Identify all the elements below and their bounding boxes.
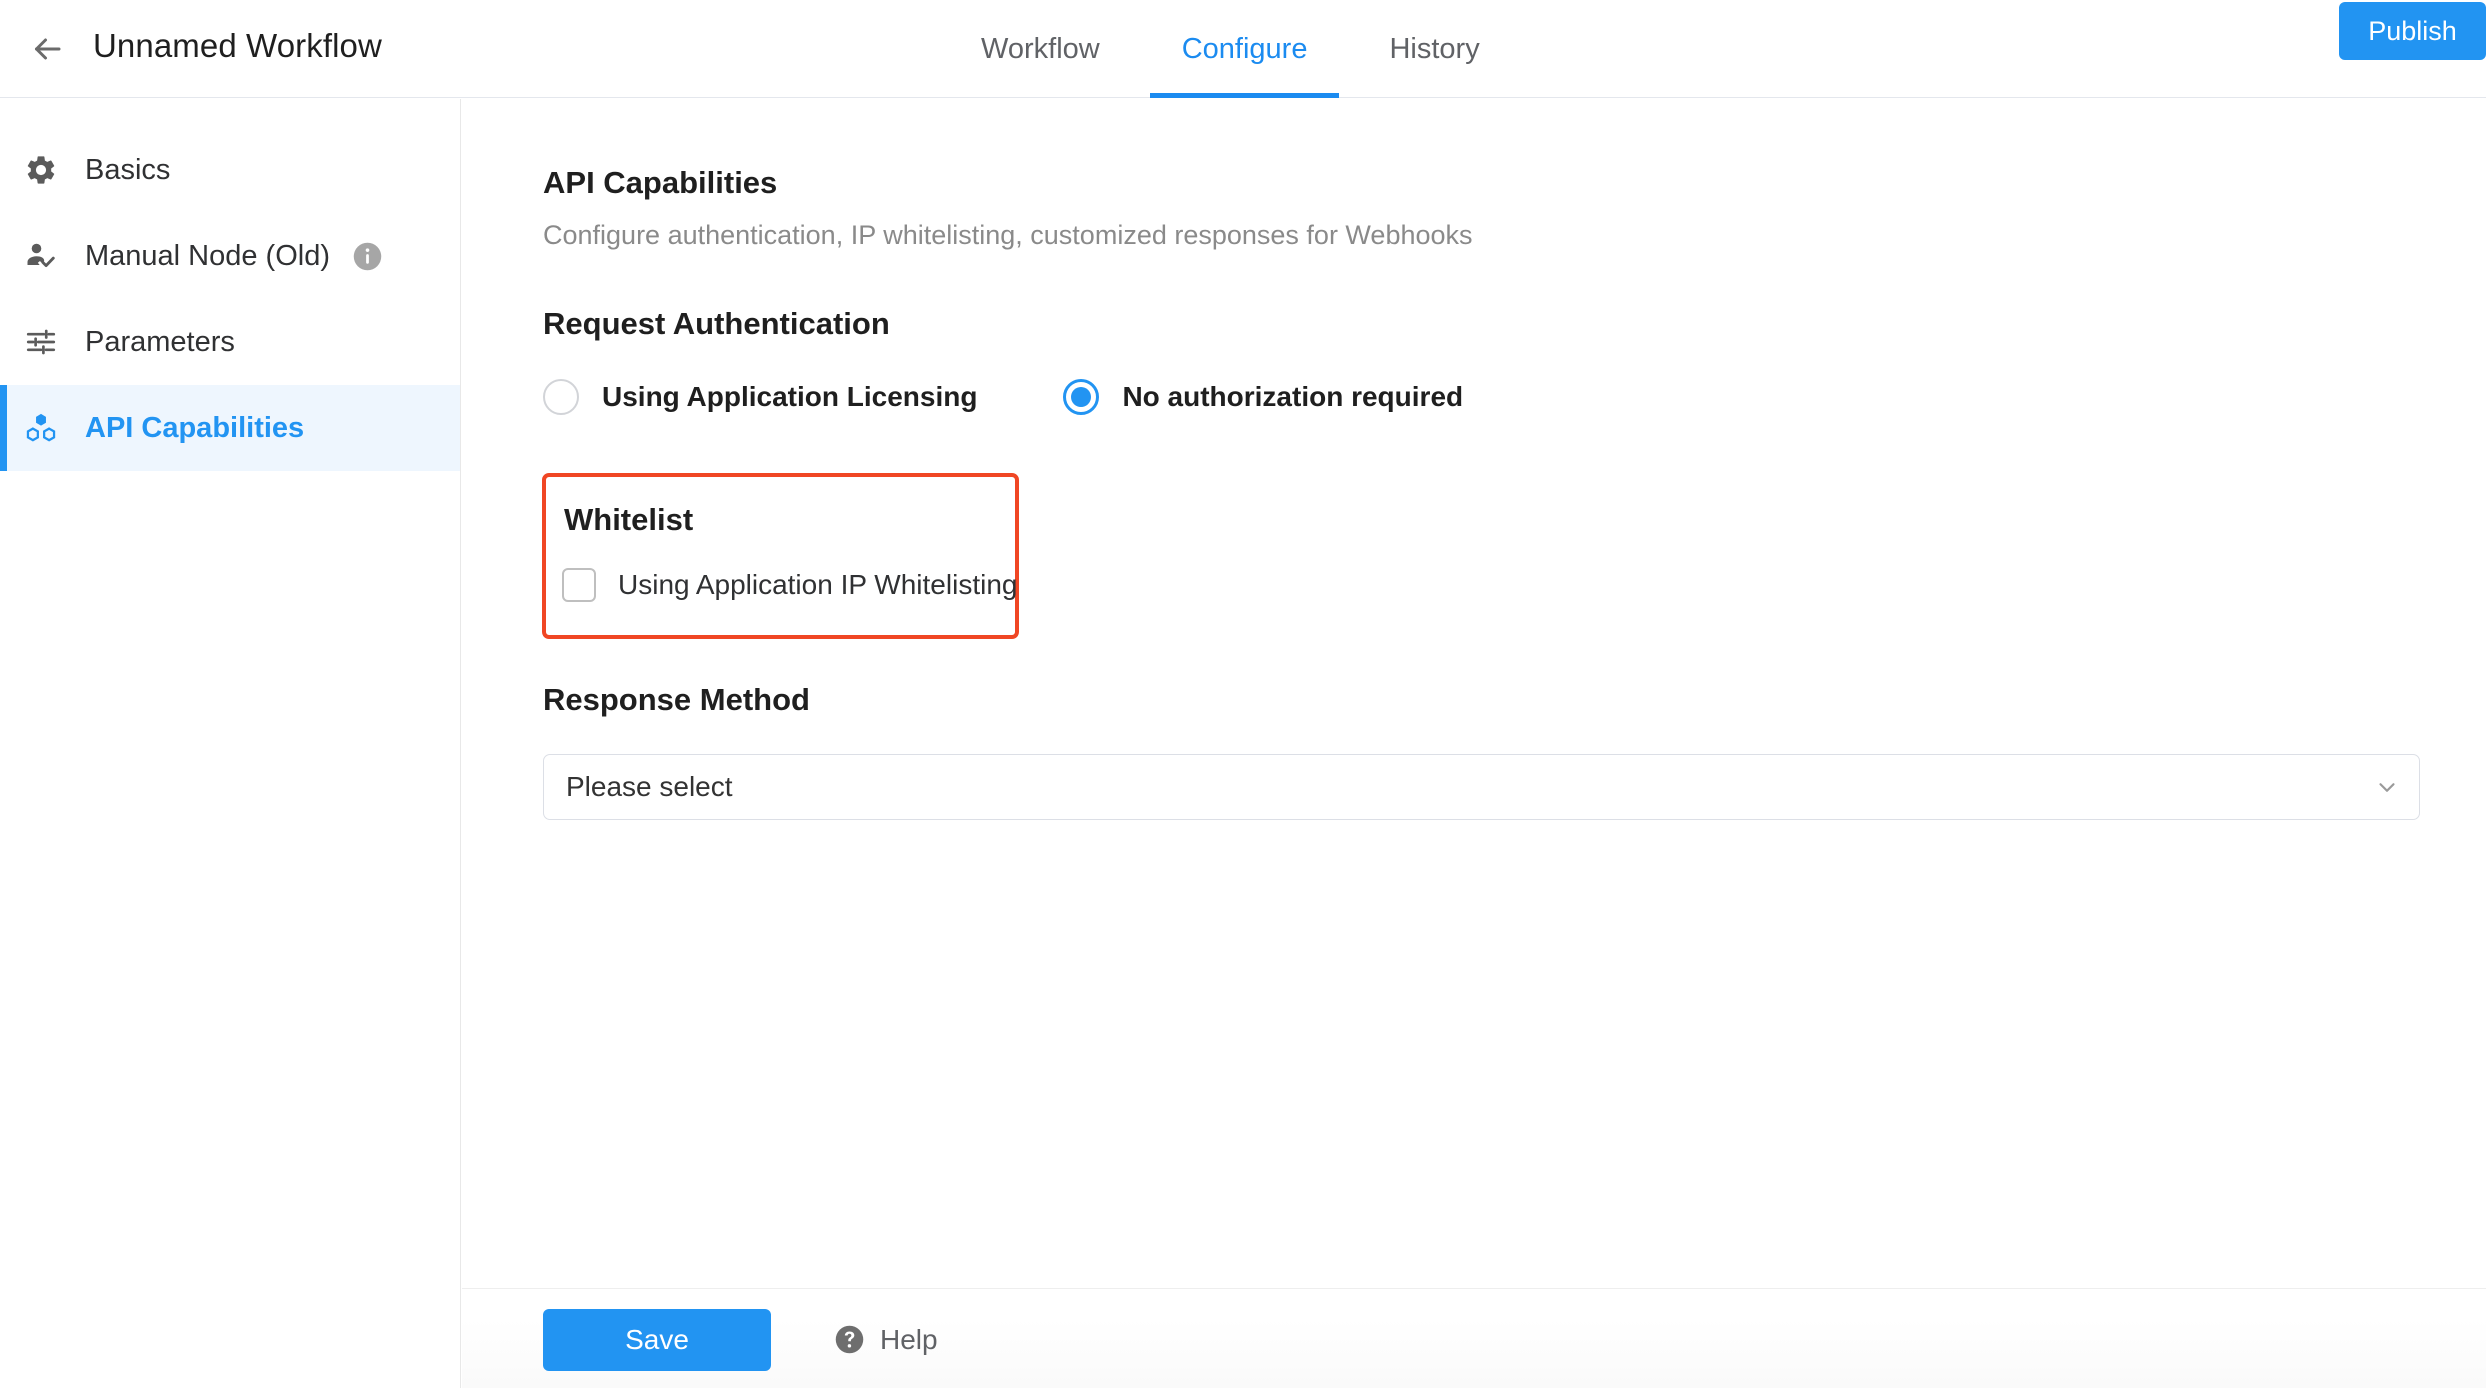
sidebar: Basics Manual Node (Old) Parameters API … [0, 99, 461, 1388]
person-check-icon [20, 235, 62, 277]
molecule-icon [20, 407, 62, 449]
app-root: Unnamed Workflow Workflow Configure Hist… [0, 0, 2486, 1388]
help-label: Help [880, 1323, 938, 1355]
section-title-request-authentication: Request Authentication [543, 306, 890, 341]
publish-button[interactable]: Publish [2339, 2, 2486, 60]
radio-no-authorization-required-label: No authorization required [1122, 381, 1464, 412]
tab-workflow[interactable]: Workflow [940, 0, 1141, 98]
tab-workflow-label: Workflow [981, 32, 1100, 65]
help-link[interactable]: Help [833, 1323, 938, 1356]
sidebar-item-parameters-label: Parameters [85, 325, 235, 358]
main-tabs: Workflow Configure History [940, 0, 1521, 98]
checkbox-using-application-ip-whitelisting-label: Using Application IP Whitelisting [618, 569, 1018, 600]
chevron-down-icon[interactable] [2373, 773, 2401, 801]
radio-mark-unchecked [543, 379, 579, 415]
sidebar-item-manual-node[interactable]: Manual Node (Old) [0, 213, 460, 299]
save-button[interactable]: Save [543, 1309, 771, 1371]
arrow-left-icon [29, 31, 65, 67]
question-circle-icon [833, 1323, 866, 1356]
workflow-title: Unnamed Workflow [93, 27, 382, 64]
sidebar-item-manual-node-label: Manual Node (Old) [85, 239, 330, 272]
page-title: API Capabilities [543, 165, 778, 200]
main-content: API Capabilities Configure authenticatio… [462, 99, 2486, 1288]
top-bar: Unnamed Workflow Workflow Configure Hist… [0, 0, 2486, 98]
checkbox-mark [562, 568, 596, 602]
response-method-select[interactable]: Please select [543, 754, 2420, 820]
checkbox-using-application-ip-whitelisting[interactable]: Using Application IP Whitelisting [562, 568, 1017, 602]
sidebar-item-basics-label: Basics [85, 153, 171, 186]
footer-bar: Save Help [462, 1288, 2486, 1388]
auth-radio-group: Using Application Licensing No authoriza… [543, 379, 1463, 415]
back-button[interactable] [24, 26, 70, 72]
radio-no-authorization-required[interactable]: No authorization required [1063, 379, 1463, 415]
gear-icon [20, 149, 62, 191]
info-icon[interactable] [351, 240, 384, 273]
sliders-icon [20, 321, 62, 363]
tab-configure[interactable]: Configure [1141, 0, 1349, 98]
sidebar-item-parameters[interactable]: Parameters [0, 299, 460, 385]
page-subtitle: Configure authentication, IP whitelistin… [543, 220, 1473, 250]
tab-configure-label: Configure [1181, 32, 1308, 65]
radio-mark-checked [1063, 379, 1100, 415]
sidebar-item-api-capabilities-label: API Capabilities [85, 411, 305, 444]
section-title-whitelist: Whitelist [564, 502, 694, 537]
radio-using-application-licensing[interactable]: Using Application Licensing [543, 379, 977, 415]
radio-using-application-licensing-label: Using Application Licensing [602, 381, 978, 412]
section-title-response-method: Response Method [543, 682, 810, 717]
sidebar-item-api-capabilities[interactable]: API Capabilities [0, 385, 460, 471]
tab-history-label: History [1389, 32, 1480, 65]
response-method-select-value: Please select [566, 771, 733, 802]
sidebar-item-basics[interactable]: Basics [0, 127, 460, 213]
whitelist-highlight-box: Whitelist Using Application IP Whitelist… [542, 473, 1019, 639]
tab-history[interactable]: History [1348, 0, 1520, 98]
